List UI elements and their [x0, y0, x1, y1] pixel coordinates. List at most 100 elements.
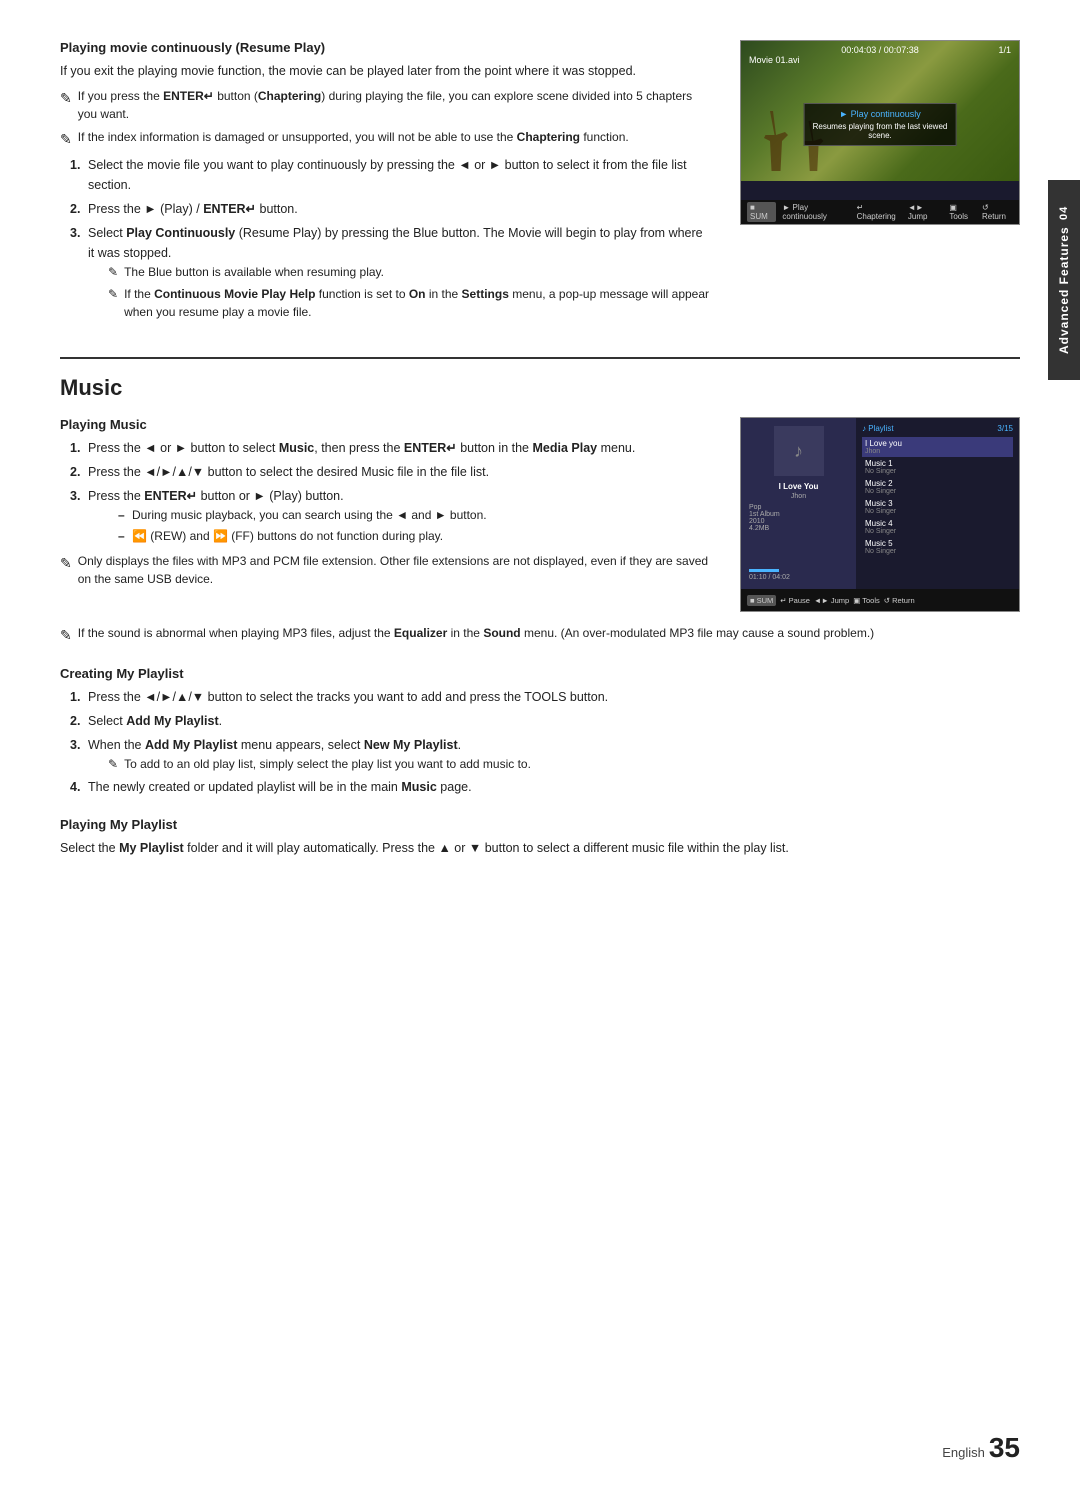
year: 2010	[749, 518, 848, 525]
page-container: Advanced Features 04 Playing movie conti…	[0, 0, 1080, 1494]
music-bottom-bar: ■ SUM ↵ Pause ◄► Jump ▣ Tools ↺ Return	[741, 589, 1019, 611]
album-art: ♪	[774, 426, 824, 476]
playlist-label: ♪ Playlist	[862, 424, 894, 433]
chaptering-label: ↵ Chaptering	[857, 203, 902, 221]
movie-frame: 00:04:03 / 00:07:38 Movie 01.avi 1/1 ► P…	[741, 41, 1019, 181]
movie-filename: Movie 01.avi	[749, 55, 800, 65]
playlist-item-1-sub: Jhon	[865, 448, 1010, 455]
resume-note-2: ✎ If the index information is damaged or…	[60, 128, 710, 150]
resume-play-text: Playing movie continuously (Resume Play)…	[60, 40, 710, 327]
resume-step-1: Select the movie file you want to play c…	[70, 155, 710, 195]
giraffe-shape-1	[761, 111, 791, 171]
playlist-item-3: Music 2 No Singer	[862, 477, 1013, 497]
music-dash-1: During music playback, you can search us…	[118, 506, 710, 525]
music-progress: 01:10 / 04:02	[749, 569, 848, 581]
music-note: ✎ Only displays the files with MP3 and P…	[60, 552, 710, 588]
resume-play-title: Playing movie continuously (Resume Play)	[60, 40, 710, 55]
sub-note-icon-1: ✎	[108, 263, 118, 281]
music-content: Playing Music Press the ◄ or ► button to…	[60, 417, 1020, 612]
creating-playlist-steps: Press the ◄/►/▲/▼ button to select the t…	[70, 687, 1020, 797]
playing-playlist-title: Playing My Playlist	[60, 817, 1020, 832]
playlist-item-6: Music 5 No Singer	[862, 537, 1013, 557]
playlist-item-6-title: Music 5	[865, 539, 1010, 548]
progress-time: 01:10 / 04:02	[749, 574, 790, 581]
playlist-page: 3/15	[997, 424, 1013, 433]
popup-text: Resumes playing from the last viewedscen…	[813, 122, 948, 140]
sound-note-icon: ✎	[60, 625, 72, 646]
music-right-panel: ♪ Playlist 3/15 I Love you Jhon Music 1 …	[856, 418, 1019, 589]
chapter-tab: Advanced Features 04	[1048, 180, 1080, 380]
creating-sub-note-icon: ✎	[108, 755, 118, 773]
popup-title: ► Play continuously	[813, 109, 948, 119]
playlist-item-3-sub: No Singer	[865, 488, 1010, 495]
playlist-item-1: I Love you Jhon	[862, 437, 1013, 457]
sound-note-text: If the sound is abnormal when playing MP…	[78, 624, 874, 642]
playlist-item-2: Music 1 No Singer	[862, 457, 1013, 477]
resume-step3-note2: ✎ If the Continuous Movie Play Help func…	[108, 285, 710, 321]
playing-music-title: Playing Music	[60, 417, 710, 432]
music-sum-btn: ■ SUM	[747, 595, 776, 606]
album: 1st Album	[749, 511, 848, 518]
movie-screenshot: 00:04:03 / 00:07:38 Movie 01.avi 1/1 ► P…	[740, 40, 1020, 225]
creating-playlist-section: Creating My Playlist Press the ◄/►/▲/▼ b…	[60, 666, 1020, 797]
page-footer: English 35	[942, 1432, 1020, 1464]
resume-steps: Select the movie file you want to play c…	[70, 155, 710, 321]
chapter-number: 04	[1058, 206, 1070, 220]
creating-step-4: The newly created or updated playlist wi…	[70, 777, 1020, 797]
song-artist: Jhon	[749, 493, 848, 500]
creating-playlist-title: Creating My Playlist	[60, 666, 1020, 681]
chapter-title: Advanced Features	[1057, 226, 1071, 354]
music-left-panel: ♪ I Love You Jhon Pop 1st Album 2010 4.2…	[741, 418, 856, 589]
creating-step-1: Press the ◄/►/▲/▼ button to select the t…	[70, 687, 1020, 707]
movie-bottom-bar: ■ SUM ► Play continuously ↵ Chaptering ◄…	[741, 200, 1019, 224]
resume-note-1: ✎ If you press the ENTER↵ button (Chapte…	[60, 87, 710, 123]
music-divider	[60, 357, 1020, 359]
playlist-item-4: Music 3 No Singer	[862, 497, 1013, 517]
genre: Pop	[749, 504, 848, 511]
footer-page-number: 35	[989, 1432, 1020, 1464]
sound-note: ✎ If the sound is abnormal when playing …	[60, 624, 1020, 646]
playlist-item-6-sub: No Singer	[865, 548, 1010, 555]
resume-step-3: Select Play Continuously (Resume Play) b…	[70, 223, 710, 321]
playlist-item-5-sub: No Singer	[865, 528, 1010, 535]
creating-step-3: When the Add My Playlist menu appears, s…	[70, 735, 1020, 773]
playlist-item-5-title: Music 4	[865, 519, 1010, 528]
creating-step3-note: ✎ To add to an old play list, simply sel…	[108, 755, 1020, 773]
music-player-area: ♪ I Love You Jhon Pop 1st Album 2010 4.2…	[741, 418, 1019, 589]
music-step3-subnotes: During music playback, you can search us…	[118, 506, 710, 546]
resume-step3-note1: ✎ The Blue button is available when resu…	[108, 263, 710, 281]
music-step-1: Press the ◄ or ► button to select Music,…	[70, 438, 710, 458]
progress-bar	[749, 569, 779, 572]
music-text: Playing Music Press the ◄ or ► button to…	[60, 417, 710, 612]
playlist-header: ♪ Playlist 3/15	[862, 424, 1013, 433]
note-icon-2: ✎	[60, 129, 72, 150]
music-jump-label: ◄► Jump	[814, 596, 849, 605]
playlist-item-4-sub: No Singer	[865, 508, 1010, 515]
music-pause-label: ↵ Pause	[780, 596, 810, 605]
movie-page: 1/1	[998, 45, 1011, 55]
music-note-icon: ✎	[60, 553, 72, 574]
music-step-3: Press the ENTER↵ button or ► (Play) butt…	[70, 486, 710, 546]
music-inner: ♪ I Love You Jhon Pop 1st Album 2010 4.2…	[741, 418, 1019, 611]
playlist-item-5: Music 4 No Singer	[862, 517, 1013, 537]
creating-step-2: Select Add My Playlist.	[70, 711, 1020, 731]
music-screenshot: ♪ I Love You Jhon Pop 1st Album 2010 4.2…	[740, 417, 1020, 612]
movie-popup: ► Play continuously Resumes playing from…	[804, 103, 957, 146]
playing-playlist-text: Select the My Playlist folder and it wil…	[60, 838, 1020, 858]
music-tools-label: ▣ Tools	[853, 596, 880, 605]
resume-step-2: Press the ► (Play) / ENTER↵ button.	[70, 199, 710, 219]
music-note-text: Only displays the files with MP3 and PCM…	[78, 552, 710, 588]
footer-language: English	[942, 1445, 985, 1460]
jump-label: ◄► Jump	[908, 203, 943, 221]
playlist-item-2-sub: No Singer	[865, 468, 1010, 475]
playlist-item-4-title: Music 3	[865, 499, 1010, 508]
size: 4.2MB	[749, 525, 848, 532]
music-return-label: ↺ Return	[884, 596, 915, 605]
music-steps: Press the ◄ or ► button to select Music,…	[70, 438, 710, 546]
playlist-item-3-title: Music 2	[865, 479, 1010, 488]
music-step-2: Press the ◄/►/▲/▼ button to select the d…	[70, 462, 710, 482]
play-continuously-label: ► Play continuously	[782, 203, 850, 221]
playlist-item-2-title: Music 1	[865, 459, 1010, 468]
music-meta: Pop 1st Album 2010 4.2MB	[749, 504, 848, 532]
return-label: ↺ Return	[982, 203, 1013, 221]
